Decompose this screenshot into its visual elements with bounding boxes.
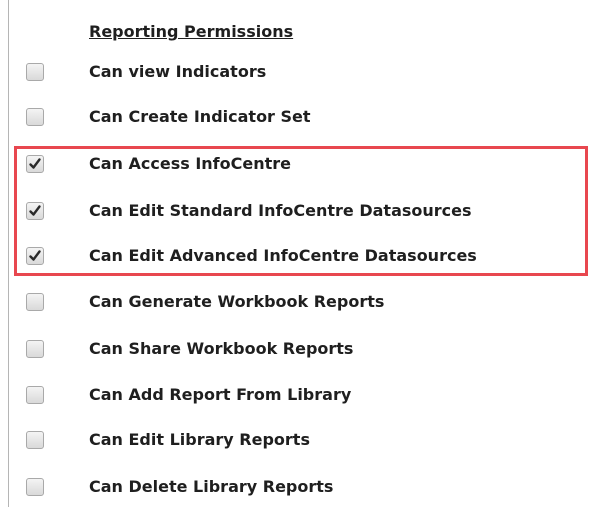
permission-row-share-workbook-reports[interactable]: Can Share Workbook Reports <box>22 335 582 365</box>
permission-row-edit-standard-datasources[interactable]: Can Edit Standard InfoCentre Datasources <box>22 197 582 227</box>
checkbox[interactable] <box>26 386 44 404</box>
checkbox[interactable] <box>26 63 44 81</box>
permission-label: Can Add Report From Library <box>89 385 352 404</box>
permission-label: Can Edit Advanced InfoCentre Datasources <box>89 246 477 265</box>
panel-left-border <box>8 0 9 507</box>
permission-label: Can Edit Standard InfoCentre Datasources <box>89 201 472 220</box>
section-title: Reporting Permissions <box>89 22 294 41</box>
checkmark-icon <box>29 205 41 216</box>
permission-label: Can Access InfoCentre <box>89 154 291 173</box>
permission-row-delete-library-reports[interactable]: Can Delete Library Reports <box>22 473 582 503</box>
checkbox[interactable] <box>26 247 44 265</box>
checkbox[interactable] <box>26 478 44 496</box>
permission-label: Can Share Workbook Reports <box>89 339 354 358</box>
checkbox[interactable] <box>26 293 44 311</box>
reporting-permissions-panel: Reporting Permissions Can view Indicator… <box>0 0 594 507</box>
checkbox[interactable] <box>26 108 44 126</box>
checkmark-icon <box>29 158 41 169</box>
permission-row-edit-advanced-datasources[interactable]: Can Edit Advanced InfoCentre Datasources <box>22 242 582 272</box>
permission-row-generate-workbook-reports[interactable]: Can Generate Workbook Reports <box>22 288 582 318</box>
permission-row-create-indicator-set[interactable]: Can Create Indicator Set <box>22 103 582 133</box>
permission-label: Can Create Indicator Set <box>89 107 311 126</box>
permission-row-add-report-from-library[interactable]: Can Add Report From Library <box>22 381 582 411</box>
permission-label: Can Delete Library Reports <box>89 477 334 496</box>
permission-label: Can Generate Workbook Reports <box>89 292 385 311</box>
checkbox[interactable] <box>26 155 44 173</box>
permission-row-access-infocentre[interactable]: Can Access InfoCentre <box>22 150 582 180</box>
checkbox[interactable] <box>26 340 44 358</box>
permission-label: Can view Indicators <box>89 62 267 81</box>
checkbox[interactable] <box>26 202 44 220</box>
checkbox[interactable] <box>26 431 44 449</box>
permission-row-view-indicators[interactable]: Can view Indicators <box>22 58 582 88</box>
permission-row-edit-library-reports[interactable]: Can Edit Library Reports <box>22 426 582 456</box>
permission-label: Can Edit Library Reports <box>89 430 310 449</box>
checkmark-icon <box>29 250 41 261</box>
